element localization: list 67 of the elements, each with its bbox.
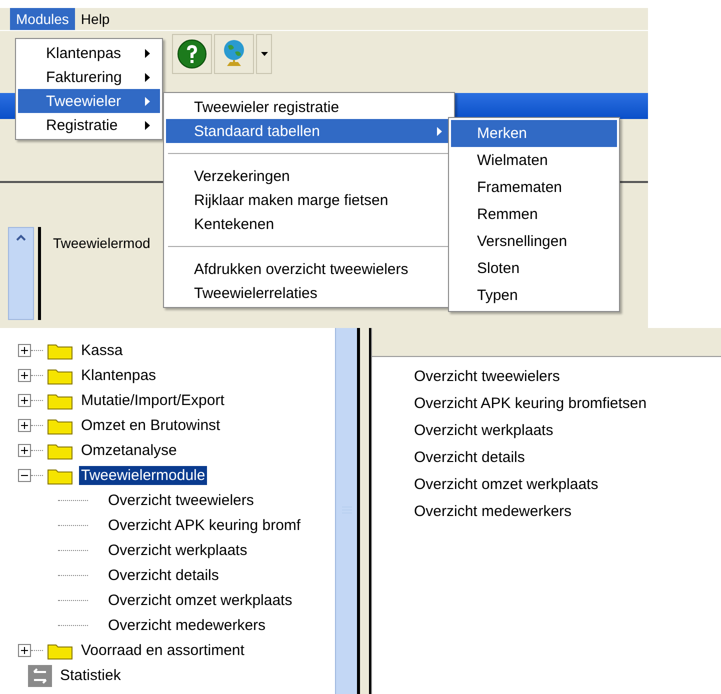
- tree-item[interactable]: Klantenpas: [79, 366, 158, 385]
- tree-item[interactable]: Omzet en Brutowinst: [79, 416, 222, 435]
- help-icon: [177, 39, 207, 69]
- tree-item[interactable]: Overzicht details: [106, 566, 221, 585]
- statistics-icon: [28, 664, 52, 686]
- tree-item[interactable]: Omzetanalyse: [79, 441, 179, 460]
- expand-toggle[interactable]: [18, 644, 31, 657]
- expand-toggle[interactable]: [18, 344, 31, 357]
- menu-item[interactable]: Rijklaar maken marge fietsen: [166, 188, 452, 212]
- submenu-arrow-icon: [145, 120, 150, 130]
- report-item[interactable]: Overzicht werkplaats: [414, 417, 554, 444]
- menu-item[interactable]: Typen: [451, 282, 617, 309]
- menu-item[interactable]: Afdrukken overzicht tweewielers: [166, 257, 452, 281]
- menu-item[interactable]: Tweewieler: [18, 89, 160, 113]
- tree-item[interactable]: Kassa: [79, 341, 125, 360]
- menu-item[interactable]: Fakturering: [18, 65, 160, 89]
- panel-header: Tweewielermod: [53, 235, 150, 251]
- report-item[interactable]: Overzicht medewerkers: [414, 498, 572, 525]
- tree-item[interactable]: Overzicht werkplaats: [106, 541, 250, 560]
- scrollbar[interactable]: [8, 227, 34, 320]
- tree-item[interactable]: Overzicht tweewielers: [106, 491, 256, 510]
- submenu-arrow-icon: [145, 72, 150, 82]
- report-item[interactable]: Overzicht APK keuring bromfietsen: [414, 390, 647, 417]
- menu-item[interactable]: Klantenpas: [18, 41, 160, 65]
- folder-icon: [47, 392, 73, 410]
- menu-bar-item[interactable]: Modules: [10, 8, 75, 30]
- menu-item[interactable]: Kentekenen: [166, 212, 452, 236]
- tree-item[interactable]: Mutatie/Import/Export: [79, 391, 226, 410]
- menu-bar-item[interactable]: Help: [74, 8, 116, 30]
- splitter-bar[interactable]: [357, 328, 371, 694]
- dropdown-button[interactable]: [256, 34, 272, 74]
- menu-item[interactable]: Verzekeringen: [166, 164, 452, 188]
- menu-item[interactable]: Framematen: [451, 174, 617, 201]
- expand-toggle[interactable]: [18, 469, 31, 482]
- scroll-up-icon: [16, 234, 26, 241]
- help-button[interactable]: [172, 34, 212, 74]
- menu-item[interactable]: Remmen: [451, 201, 617, 228]
- menu-item[interactable]: Registratie: [18, 113, 160, 137]
- folder-icon: [47, 442, 73, 460]
- report-item[interactable]: Overzicht tweewielers: [414, 363, 560, 390]
- scrollbar[interactable]: [335, 328, 357, 694]
- tree-item[interactable]: Tweewielermodule: [79, 466, 208, 485]
- menu-item[interactable]: Merken: [451, 120, 617, 147]
- expand-toggle[interactable]: [18, 394, 31, 407]
- expand-toggle[interactable]: [18, 444, 31, 457]
- folder-icon: [47, 416, 73, 434]
- submenu-arrow-icon: [145, 48, 150, 58]
- menu-item[interactable]: Wielmaten: [451, 147, 617, 174]
- menu-item[interactable]: Versnellingen: [451, 228, 617, 255]
- tree-item[interactable]: Voorraad en assortiment: [79, 641, 246, 660]
- menu-item[interactable]: Tweewieler registratie: [166, 95, 452, 119]
- folder-icon: [47, 466, 73, 484]
- tree-item[interactable]: Overzicht APK keuring bromf: [106, 516, 303, 535]
- folder-icon: [47, 642, 73, 660]
- caret-icon: [260, 52, 268, 56]
- expand-toggle[interactable]: [18, 419, 31, 432]
- tree-item[interactable]: Statistiek: [58, 666, 123, 685]
- tree-item[interactable]: Overzicht omzet werkplaats: [106, 591, 294, 610]
- expand-toggle[interactable]: [18, 369, 31, 382]
- folder-icon: [47, 342, 73, 360]
- submenu-arrow-icon: [145, 96, 150, 106]
- menu-item[interactable]: Tweewielerrelaties: [166, 281, 452, 305]
- tree-item[interactable]: Overzicht medewerkers: [106, 616, 268, 635]
- report-item[interactable]: Overzicht details: [414, 444, 525, 471]
- report-item[interactable]: Overzicht omzet werkplaats: [414, 471, 598, 498]
- folder-icon: [47, 366, 73, 384]
- menu-item[interactable]: Sloten: [451, 255, 617, 282]
